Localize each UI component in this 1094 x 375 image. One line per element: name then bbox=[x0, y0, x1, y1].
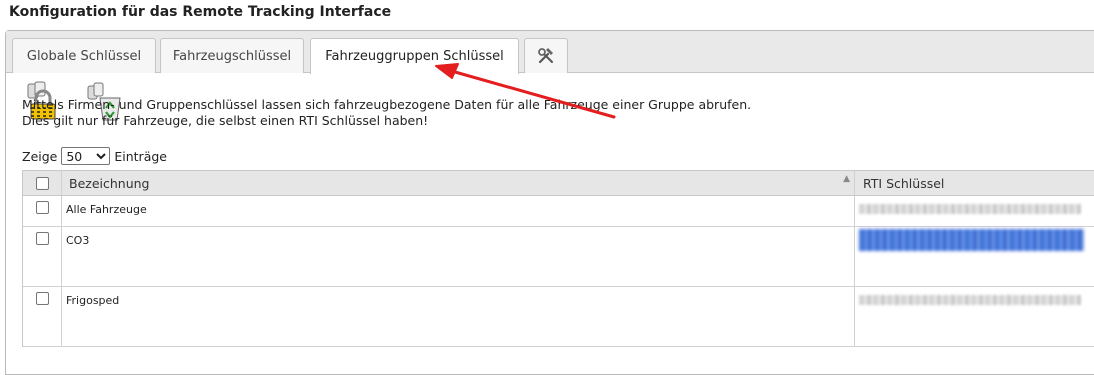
table-row[interactable]: Frigosped bbox=[23, 287, 1094, 347]
table-header: Bezeichnung ▲ RTI Schlüssel bbox=[23, 171, 1094, 196]
header-check-cell bbox=[23, 171, 62, 195]
length-menu-suffix: Einträge bbox=[114, 148, 167, 164]
groups-table: Bezeichnung ▲ RTI Schlüssel Alle Fahrzeu… bbox=[22, 170, 1094, 347]
tab-fahrzeugschluessel[interactable]: Fahrzeugschlüssel bbox=[160, 38, 304, 73]
page-title: Konfiguration für das Remote Tracking In… bbox=[9, 4, 392, 20]
rti-key-redacted-selected[interactable] bbox=[859, 229, 1084, 251]
description: Mittels Firmen- und Gruppenschlüssel las… bbox=[22, 97, 751, 129]
tab-bar: Globale Schlüssel Fahrzeugschlüssel Fahr… bbox=[6, 31, 1094, 74]
row-checkbox[interactable] bbox=[35, 232, 49, 245]
row-name: Frigosped bbox=[66, 294, 120, 307]
length-menu-prefix: Zeige bbox=[22, 148, 58, 164]
length-menu: Zeige 50 Einträge bbox=[22, 147, 167, 165]
row-name: CO3 bbox=[66, 234, 90, 247]
table-row[interactable]: CO3 bbox=[23, 227, 1094, 287]
tools-tab[interactable] bbox=[524, 38, 568, 73]
description-line-2: Dies gilt nur für Fahrzeuge, die selbst … bbox=[22, 113, 429, 128]
chevron-down-icon bbox=[96, 153, 107, 160]
table-row[interactable]: Alle Fahrzeuge bbox=[23, 196, 1094, 227]
column-header-rti-schluessel[interactable]: RTI Schlüssel bbox=[855, 171, 1094, 195]
rti-key-redacted[interactable] bbox=[859, 204, 1081, 214]
description-line-1: Mittels Firmen- und Gruppenschlüssel las… bbox=[22, 97, 752, 112]
rti-key-redacted[interactable] bbox=[859, 295, 1081, 305]
page-length-value: 50 bbox=[66, 148, 83, 164]
sort-asc-icon: ▲ bbox=[843, 174, 850, 184]
tab-fahrzeuggruppen-schluessel[interactable]: Fahrzeuggruppen Schlüssel bbox=[310, 38, 519, 74]
row-checkbox[interactable] bbox=[35, 201, 49, 214]
select-all-checkbox[interactable] bbox=[35, 176, 49, 190]
row-name: Alle Fahrzeuge bbox=[66, 203, 147, 216]
column-header-bezeichnung[interactable]: Bezeichnung ▲ bbox=[62, 171, 855, 195]
page-length-select[interactable]: 50 bbox=[61, 147, 111, 165]
tools-icon bbox=[538, 48, 553, 64]
row-checkbox[interactable] bbox=[35, 292, 49, 305]
tab-globale-schluessel[interactable]: Globale Schlüssel bbox=[12, 38, 156, 73]
